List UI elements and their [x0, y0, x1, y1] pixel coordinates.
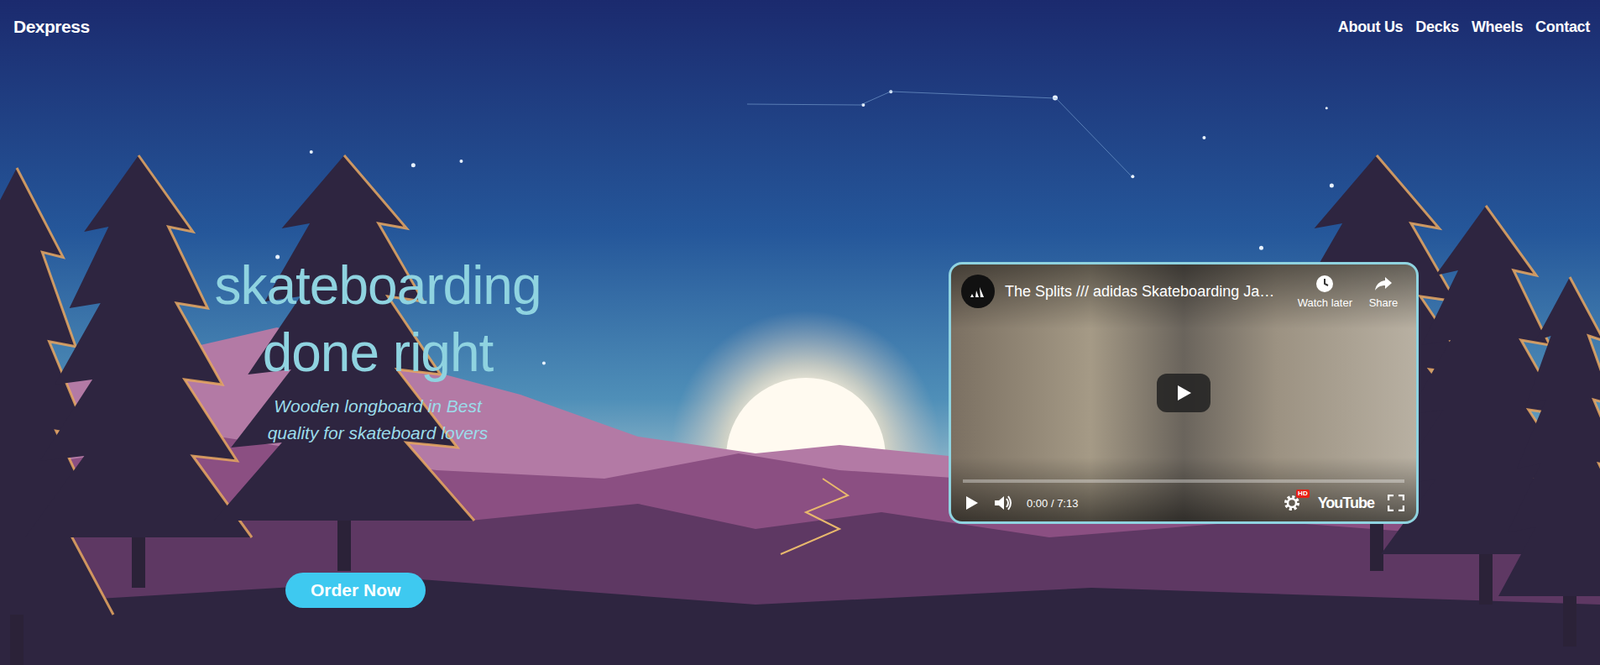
- video-controls: 0:00 / 7:13 HD YouTube: [951, 479, 1417, 522]
- share-icon: [1374, 274, 1393, 293]
- hero-text: skateboarding done rightWooden longboard…: [167, 251, 588, 608]
- nav-link[interactable]: About Us: [1338, 18, 1404, 37]
- settings-button[interactable]: HD: [1282, 492, 1305, 513]
- play-icon[interactable]: [962, 494, 980, 512]
- hero-title: skateboarding done right: [167, 251, 588, 387]
- landing-page: Dexpress About Us Decks Wheels Contact skateb…: [0, 0, 1600, 665]
- control-row: 0:00 / 7:13 HD YouTube: [962, 491, 1405, 515]
- fullscreen-icon[interactable]: [1387, 494, 1405, 512]
- nav-links: About Us Decks Wheels Contact: [1338, 18, 1590, 37]
- hero-subtitle: Wooden longboard in Best quality for ska…: [251, 392, 504, 447]
- order-button[interactable]: Order Now: [285, 572, 426, 608]
- big-play-button[interactable]: [1156, 373, 1211, 413]
- nav-link[interactable]: Decks: [1415, 18, 1459, 37]
- nav-link[interactable]: Wheels: [1471, 18, 1523, 37]
- top-nav: Dexpress About Us Decks Wheels Contact: [0, 0, 1600, 53]
- volume-icon[interactable]: [993, 493, 1014, 513]
- video-player[interactable]: The Splits /// adidas Skateboarding Ja… W…: [948, 261, 1419, 524]
- youtube-logo[interactable]: YouTube: [1317, 494, 1375, 513]
- video-title[interactable]: The Splits /// adidas Skateboarding Ja…: [1004, 274, 1288, 309]
- adidas-icon: [968, 283, 988, 299]
- hd-badge: HD: [1296, 489, 1310, 498]
- hero-section: skateboarding done rightWooden longboard…: [0, 52, 1600, 608]
- video-top-bar: The Splits /// adidas Skateboarding Ja… W…: [951, 264, 1417, 309]
- channel-logo[interactable]: [961, 274, 995, 309]
- progress-track[interactable]: [962, 479, 1405, 483]
- clock-icon: [1315, 274, 1334, 293]
- video-action[interactable]: Share: [1362, 274, 1405, 309]
- video-action[interactable]: Watch later: [1297, 274, 1353, 309]
- brand-logo[interactable]: Dexpress: [13, 16, 90, 37]
- nav-link[interactable]: Contact: [1535, 18, 1590, 37]
- play-icon: [1173, 382, 1194, 403]
- video-time: 0:00 / 7:13: [1026, 496, 1078, 510]
